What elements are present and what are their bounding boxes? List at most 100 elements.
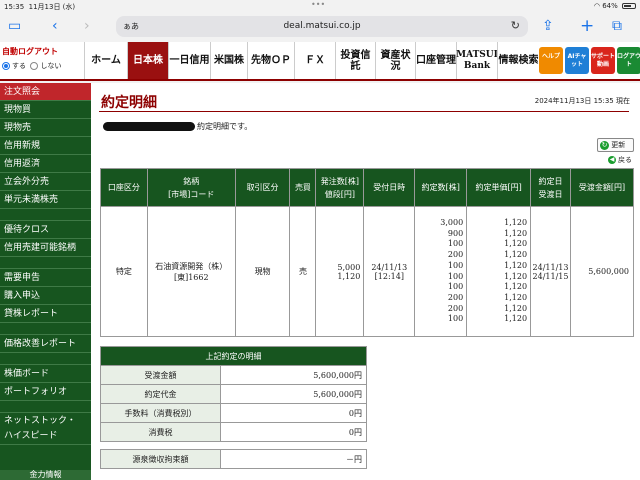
sidebar-item-margin-new[interactable]: 信用新規 [0,137,91,155]
site-nav: 自動ログアウト する しない ホーム 日本株 一日信用 米国株 先物ＯＰ ＦＸ … [0,42,640,81]
sidebar-item-purchase-application[interactable]: 購入申込 [0,287,91,305]
settle-date: 24/11/15 [532,271,569,281]
nav-tab-assets[interactable]: 資産状況 [375,42,415,79]
col-received-time: 受付日時 [363,168,416,207]
cell-received: 24/11/13 [12:14] [363,206,416,337]
nav-tab-japan-stock[interactable]: 日本株 [127,42,168,79]
summary-label: 消費税 [100,422,221,442]
col-exec-price: 約定単価[円] [466,168,532,207]
exec-qty: 200 [447,292,464,302]
exec-price: 1,120 [504,250,528,260]
table-row: 消費税 0円 [100,422,367,442]
summary-value: 5,600,000円 [220,365,367,385]
share-icon[interactable]: ⇪ [542,16,554,36]
sidebar: 注文照会 現物買 現物売 信用新規 信用返済 立会外分売 単元未満株売 優待クロ… [0,83,91,480]
exec-qty: 200 [447,303,464,313]
nav-tab-home[interactable]: ホーム [84,42,127,79]
sidebar-item-short-available[interactable]: 信用売建可能銘柄 [0,239,91,257]
sidebar-item-cash-sell[interactable]: 現物売 [0,119,91,137]
cell-order-qty-price: 5,000 1,120 [315,206,365,337]
new-tab-icon[interactable]: + [580,16,594,36]
summary-label: 約定代金 [100,384,221,404]
wifi-icon: ◠ [593,2,600,10]
url-text[interactable]: deal.matsui.co.jp [116,21,528,31]
auto-logout: 自動ログアウト する しない [2,46,84,71]
cell-exec-qty: 3,000 900 100 200 100 100 100 200 200 10… [414,206,468,337]
table-row: 特定 石油資源開発（株） [東]1662 現物 売 5,000 1,120 24… [100,206,634,337]
exec-price: 1,120 [504,217,528,227]
exec-price: 1,120 [504,228,528,238]
cell-trade-type: 現物 [234,206,291,337]
exec-price: 1,120 [504,303,528,313]
title-divider [99,111,629,112]
battery-icon [622,3,636,9]
sidebar-item-order-inquiry[interactable]: 注文照会 [0,83,91,101]
reload-icon[interactable]: ↻ [511,19,520,32]
nav-tab-us-stock[interactable]: 米国株 [210,42,247,79]
exec-price: 1,120 [504,282,528,292]
exec-price: 1,120 [504,314,528,324]
sidebar-item-benefit-cross[interactable]: 優待クロス [0,221,91,239]
nav-tab-account[interactable]: 口座管理 [415,42,456,79]
sidebar-item-stock-lending-report[interactable]: 貸株レポート [0,305,91,323]
sidebar-item-cash-buy[interactable]: 現物買 [0,101,91,119]
stock-name[interactable]: 石油資源開発（株） [148,261,235,272]
support-video-icon[interactable]: サポート動画 [591,47,615,74]
col-exec-qty: 約定数[株] [414,168,468,207]
sidebar-item-stock-board[interactable]: 株価ボード [0,365,91,383]
sidebar-item-odd-lot-sell[interactable]: 単元未満株売 [0,191,91,209]
nav-tab-fx[interactable]: ＦＸ [294,42,335,79]
summary-value: 5,600,000円 [220,384,367,404]
table-row: 受渡金額 5,600,000円 [100,365,367,385]
nav-tab-investment-trust[interactable]: 投資信託 [335,42,375,79]
cell-side: 売 [289,206,317,337]
summary-label: 受渡金額 [100,365,221,385]
exec-qty: 100 [447,282,464,292]
exec-qty: 3,000 [440,217,464,227]
summary-label: 源泉徴収拘束額 [100,449,221,469]
sidebar-item-financial-info[interactable]: 金力情報 [0,470,91,480]
table-row: 約定代金 5,600,000円 [100,384,367,404]
multitask-dots[interactable]: ••• [311,0,325,9]
redacted-text [103,122,195,131]
sidebar-item-netstock-highspeed[interactable]: ネットストック・ ハイスピード [0,413,91,445]
auto-logout-on-label: する [12,62,26,70]
col-side: 売買 [289,168,317,207]
table-row: 源泉徴収拘束額 －円 [100,449,367,469]
cell-settle-amount: 5,600,000 [570,206,634,337]
sidebar-toggle-icon[interactable]: ▭ [8,16,21,36]
refresh-icon: ↻ [600,140,609,150]
table-row: 手数料（消費税別） 0円 [100,403,367,423]
logout-icon[interactable]: ログアウト [617,47,640,74]
page-title: 約定明細 [101,95,157,111]
sidebar-item-demand-declaration[interactable]: 需要申告 [0,269,91,287]
forward-arrow-icon[interactable]: › [84,16,90,36]
summary-title: 上記約定の明細 [100,346,367,366]
back-arrow-icon[interactable]: ‹ [52,16,58,36]
nav-tab-matsui-bank[interactable]: MATSUI Bank [456,42,498,79]
status-right: ◠ 64% [594,2,636,10]
sidebar-item-margin-close[interactable]: 信用返済 [0,155,91,173]
ai-chat-icon[interactable]: AIチャット [565,47,589,74]
col-order-qty-price: 発注数[株] 値段[円] [315,168,365,207]
address-bar[interactable]: ぁあ deal.matsui.co.jp ↻ [116,16,528,37]
help-icon[interactable]: ヘルプ [539,47,563,74]
as-of-datetime: 2024年11月13日 15:35 現在 [534,97,630,105]
tabs-icon[interactable]: ⧉ [612,16,622,36]
auto-logout-off-radio[interactable] [30,62,39,70]
nav-tab-futures-options[interactable]: 先物ＯＰ [247,42,294,79]
auto-logout-on-radio[interactable] [2,62,10,70]
exec-qty: 900 [447,228,464,238]
received-time: [12:14] [374,271,404,281]
sidebar-item-off-floor[interactable]: 立会外分売 [0,173,91,191]
sidebar-item-portfolio[interactable]: ポートフォリオ [0,383,91,401]
order-price: 1,120 [337,271,361,281]
nav-tab-day-margin[interactable]: 一日信用 [168,42,210,79]
cell-stock[interactable]: 石油資源開発（株） [東]1662 [146,206,236,337]
sidebar-item-price-improvement[interactable]: 価格改善レポート [0,335,91,353]
stock-code: [東]1662 [173,272,209,282]
nav-tab-info-search[interactable]: 情報検索 [497,42,539,79]
refresh-button[interactable]: ↻ 更新 [597,138,634,152]
summary-label: 手数料（消費税別） [100,403,221,423]
back-link[interactable]: ◀ 戻る [608,155,632,165]
